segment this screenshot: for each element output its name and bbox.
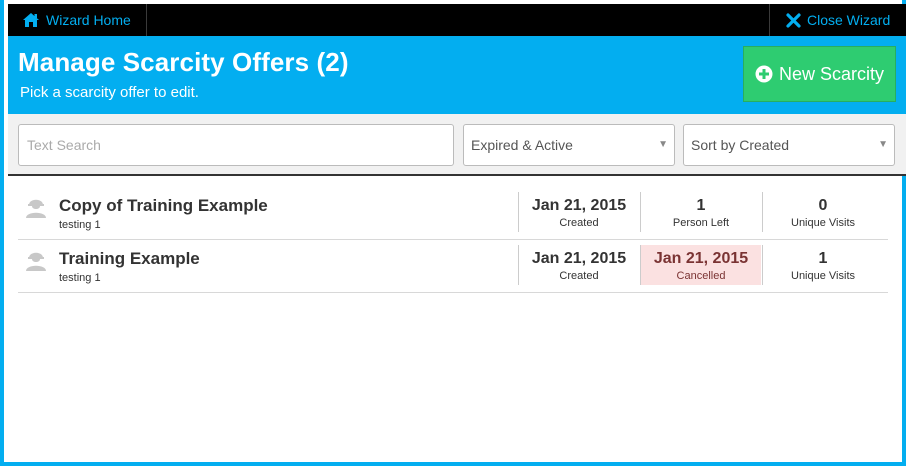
page-header: Manage Scarcity Offers (2) Pick a scarci…: [8, 36, 906, 114]
page-subtitle: Pick a scarcity offer to edit.: [20, 84, 199, 101]
status-cell: 1 Person Left: [640, 192, 761, 232]
offer-subtitle: testing 1: [59, 219, 101, 231]
page-title: Manage Scarcity Offers (2): [18, 47, 349, 77]
status-label: Person Left: [672, 217, 730, 229]
offer-name: Copy of Training Example: [59, 196, 268, 215]
caret-down-icon: ▼: [878, 139, 888, 150]
list-item[interactable]: Training Example testing 1 Jan 21, 2015 …: [18, 240, 888, 293]
new-scarcity-button[interactable]: New Scarcity: [743, 46, 896, 102]
user-icon: [24, 194, 48, 223]
status-value: 1: [696, 197, 706, 214]
sort-select[interactable]: Sort by Created ▼: [683, 124, 895, 166]
status-filter-value: Expired & Active: [471, 137, 573, 153]
offer-subtitle: testing 1: [59, 272, 101, 284]
created-cell: Jan 21, 2015 Created: [518, 192, 639, 232]
close-wizard-button[interactable]: Close Wizard: [769, 4, 906, 36]
wizard-frame: Wizard Home Close Wizard Manage Scarcity…: [0, 0, 906, 466]
visits-label: Unique Visits: [791, 217, 855, 229]
filter-bar: Expired & Active ▼ Sort by Created ▼: [8, 114, 906, 176]
home-icon: [22, 12, 40, 28]
created-label: Created: [559, 217, 599, 229]
plus-circle-icon: [755, 65, 773, 83]
visits-value: 0: [818, 197, 828, 214]
user-icon: [24, 247, 48, 276]
close-icon: [786, 12, 801, 28]
new-scarcity-label: New Scarcity: [778, 63, 885, 84]
sort-value: Sort by Created: [691, 137, 790, 153]
created-date: Jan 21, 2015: [531, 197, 627, 214]
caret-down-icon: ▼: [658, 139, 668, 150]
offers-list: Copy of Training Example testing 1 Jan 2…: [18, 187, 888, 293]
close-wizard-label: Close Wizard: [807, 12, 891, 28]
visits-label: Unique Visits: [791, 270, 855, 282]
text-search-input[interactable]: [18, 124, 454, 166]
offer-name: Training Example: [59, 249, 200, 268]
created-date: Jan 21, 2015: [531, 250, 627, 267]
wizard-home-label: Wizard Home: [46, 12, 131, 28]
created-cell: Jan 21, 2015 Created: [518, 245, 639, 285]
list-item[interactable]: Copy of Training Example testing 1 Jan 2…: [18, 187, 888, 240]
status-filter-select[interactable]: Expired & Active ▼: [463, 124, 675, 166]
wizard-home-button[interactable]: Wizard Home: [8, 4, 147, 36]
created-label: Created: [559, 270, 599, 282]
status-cell-cancelled: Jan 21, 2015 Cancelled: [640, 245, 761, 285]
visits-value: 1: [818, 250, 828, 267]
visits-cell: 0 Unique Visits: [762, 192, 883, 232]
top-nav-bar: Wizard Home Close Wizard: [8, 4, 906, 36]
visits-cell: 1 Unique Visits: [762, 245, 883, 285]
cancelled-date: Jan 21, 2015: [653, 250, 749, 267]
status-label: Cancelled: [676, 270, 726, 282]
